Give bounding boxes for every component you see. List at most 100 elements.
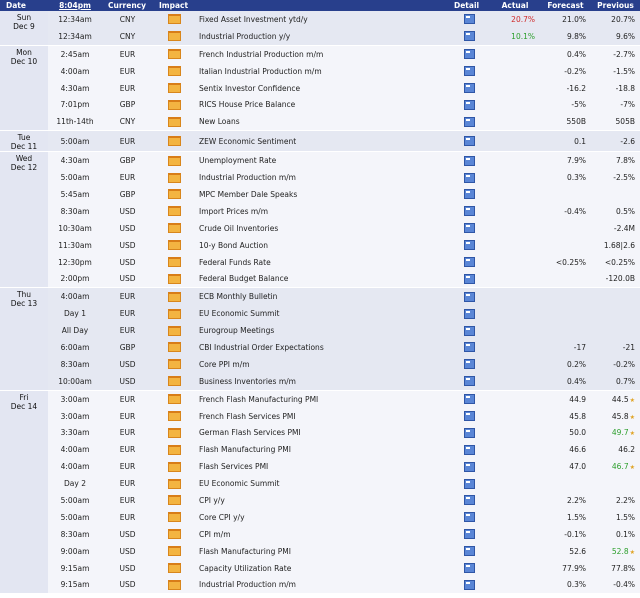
detail-icon[interactable] [463, 579, 475, 590]
detail-icon[interactable] [463, 495, 475, 506]
detail-icon[interactable] [463, 99, 475, 110]
detail-icon[interactable] [463, 189, 475, 200]
detail-icon[interactable] [463, 376, 475, 387]
event-time: 5:00am [48, 169, 102, 187]
previous-cell: 2.2% [591, 492, 640, 509]
impact-cell [153, 305, 196, 323]
event-row: Thu Dec 13 4:00am EUR ECB Monthly Bulletin [0, 287, 640, 391]
detail-icon[interactable] [463, 359, 475, 370]
actual-value [490, 355, 540, 373]
forecast-value [540, 219, 591, 237]
impact-folder-icon [168, 66, 181, 77]
revision-star-icon: ★ [629, 548, 635, 556]
detail-icon[interactable] [463, 563, 475, 574]
detail-icon[interactable] [463, 512, 475, 523]
impact-cell [153, 96, 196, 114]
forecast-value: 1.5% [540, 508, 591, 526]
detail-icon[interactable] [463, 444, 475, 455]
event-time: 2:45am [48, 44, 102, 63]
detail-icon[interactable] [463, 546, 475, 557]
detail-cell [448, 186, 490, 203]
forecast-value: 21.0% [540, 11, 591, 28]
detail-icon[interactable] [463, 478, 475, 489]
event-title: French Flash Manufacturing PMI [196, 389, 448, 408]
event-currency: GBP [102, 339, 153, 356]
detail-icon[interactable] [463, 206, 475, 217]
impact-folder-icon [168, 206, 181, 217]
event-time: 5:00am [48, 508, 102, 526]
revision-star-icon: ★ [629, 413, 635, 421]
previous-value: 0.1% [615, 529, 635, 539]
detail-cell [448, 407, 490, 425]
detail-icon[interactable] [463, 31, 475, 42]
detail-cell [448, 492, 490, 509]
detail-icon[interactable] [463, 308, 475, 319]
actual-value [490, 113, 540, 131]
previous-cell: 49.7★ [591, 424, 640, 442]
detail-icon[interactable] [463, 291, 475, 302]
impact-cell [153, 542, 196, 560]
detail-icon[interactable] [463, 529, 475, 540]
detail-cell [448, 151, 490, 170]
detail-icon[interactable] [463, 66, 475, 77]
event-currency: EUR [102, 475, 153, 493]
event-time: 4:00am [48, 458, 102, 476]
event-title: Eurogroup Meetings [196, 322, 448, 340]
forecast-value: 0.2% [540, 355, 591, 373]
detail-icon[interactable] [463, 136, 475, 147]
previous-cell [591, 475, 640, 493]
impact-cell [153, 287, 196, 306]
detail-cell [448, 322, 490, 340]
event-time: 3:30am [48, 424, 102, 442]
previous-value: 2.2% [615, 495, 635, 505]
previous-cell: -2.7% [591, 44, 640, 63]
previous-value: 505B [615, 117, 635, 127]
event-currency: EUR [102, 130, 153, 152]
detail-icon[interactable] [463, 83, 475, 93]
event-time: 7:01pm [48, 96, 102, 114]
detail-icon[interactable] [463, 411, 475, 422]
detail-cell [448, 219, 490, 237]
detail-icon[interactable] [463, 427, 475, 438]
actual-value [490, 508, 540, 526]
detail-icon[interactable] [463, 257, 475, 268]
impact-folder-icon [168, 136, 181, 147]
event-title: Core PPI m/m [196, 355, 448, 373]
detail-icon[interactable] [463, 394, 475, 405]
actual-value [490, 559, 540, 577]
detail-cell [448, 130, 490, 152]
previous-cell: 45.8★ [591, 407, 640, 425]
header-time-link[interactable]: 8:04pm [48, 0, 102, 11]
event-time: 4:00am [48, 62, 102, 80]
detail-icon[interactable] [463, 461, 475, 472]
forecast-value: 47.0 [540, 458, 591, 476]
detail-icon[interactable] [463, 155, 475, 166]
day-date: Dec 12 [10, 163, 38, 173]
revision-star-icon: ★ [629, 464, 635, 472]
detail-icon[interactable] [463, 325, 475, 336]
detail-icon[interactable] [463, 172, 475, 183]
event-title: Flash Manufacturing PMI [196, 441, 448, 459]
forecast-value: 46.6 [540, 441, 591, 459]
previous-value: 45.8 [611, 411, 629, 421]
day-name: Tue [17, 133, 31, 143]
event-title: Industrial Production y/y [196, 27, 448, 46]
day-name: Mon [16, 47, 32, 57]
detail-icon[interactable] [463, 240, 475, 251]
actual-value [490, 339, 540, 356]
event-time: 9:00am [48, 542, 102, 560]
event-row: Day 1 EUR EU Economic Summit [0, 305, 640, 323]
detail-icon[interactable] [463, 14, 475, 25]
event-currency: EUR [102, 62, 153, 80]
detail-icon[interactable] [463, 342, 475, 353]
impact-cell [153, 186, 196, 203]
event-time: 3:00am [48, 407, 102, 425]
detail-icon[interactable] [463, 49, 475, 60]
impact-folder-icon [168, 579, 181, 590]
previous-value: 77.8% [611, 563, 635, 573]
detail-icon[interactable] [463, 273, 475, 284]
detail-icon[interactable] [463, 223, 475, 234]
detail-icon[interactable] [463, 116, 475, 127]
event-title: Business Inventories m/m [196, 372, 448, 391]
previous-value: -18.8 [615, 83, 635, 93]
